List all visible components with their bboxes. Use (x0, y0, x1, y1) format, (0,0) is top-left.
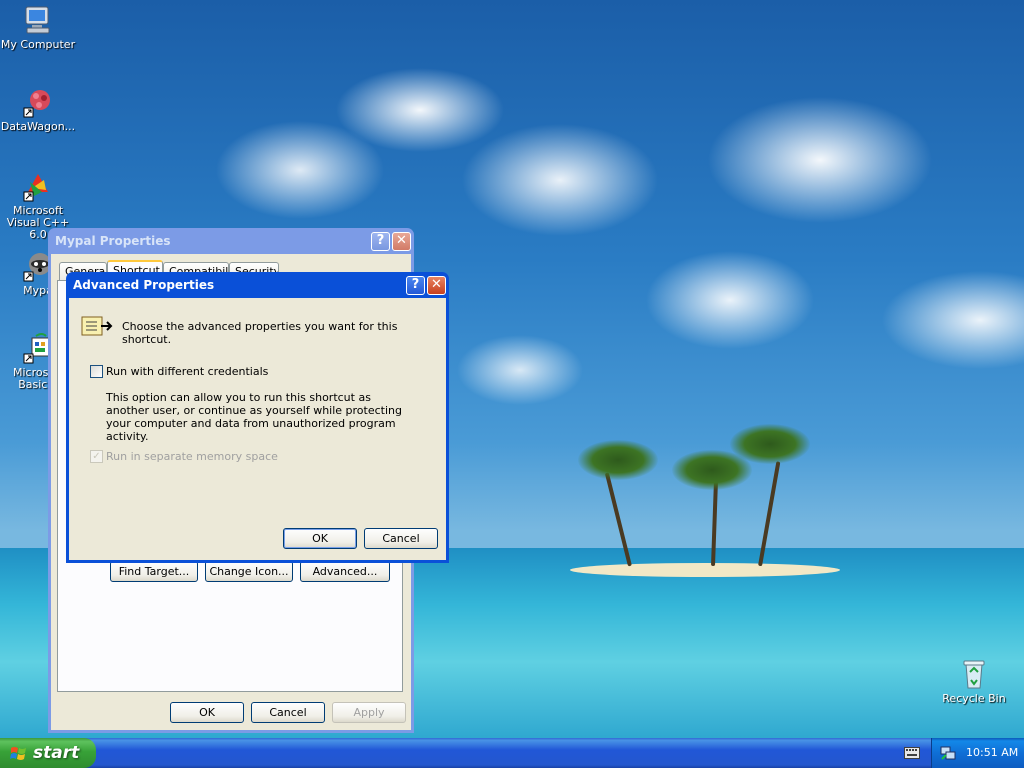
system-tray: 10:51 AM (931, 738, 1024, 768)
my-computer-icon (25, 6, 50, 34)
help-button[interactable]: ? (371, 231, 390, 251)
desktop-icon-my-computer[interactable]: My Computer (0, 4, 76, 51)
close-button[interactable]: ✕ (427, 275, 446, 295)
separate-memory-checkbox[interactable]: ✓ (90, 450, 103, 463)
recycle-bin-icon (963, 660, 985, 689)
desktop-icon-label: DataWagon... (0, 120, 76, 133)
network-icon[interactable] (940, 745, 956, 761)
apply-button[interactable]: Apply (332, 702, 406, 723)
advanced-properties-dialog: Advanced Properties ? ✕ Choose the advan… (66, 272, 449, 563)
help-button[interactable]: ? (406, 275, 425, 295)
cancel-button[interactable]: Cancel (364, 528, 438, 549)
start-button[interactable]: start (0, 738, 96, 768)
clock[interactable]: 10:51 AM (966, 746, 1018, 759)
desktop-icon-recycle-bin[interactable]: Recycle Bin (936, 658, 1012, 705)
visual-cpp-icon (23, 174, 48, 202)
credentials-description: This option can allow you to run this sh… (106, 391, 402, 443)
advanced-titlebar[interactable]: Advanced Properties ? ✕ (69, 272, 446, 298)
palm-crown (578, 440, 658, 480)
advanced-heading: Choose the advanced properties you want … (122, 320, 398, 346)
taskbar: start 10:51 AM (0, 738, 1024, 768)
properties-titlebar[interactable]: Mypal Properties ? ✕ (51, 228, 411, 254)
shortcut-properties-icon (81, 316, 113, 336)
separate-memory-label[interactable]: Run in separate memory space (106, 450, 278, 463)
run-credentials-label[interactable]: Run with different credentials (106, 365, 268, 378)
desktop-icon-datawagon[interactable]: DataWagon... (0, 86, 76, 133)
desktop-icon-label: My Computer (0, 38, 76, 51)
datawagon-icon (23, 90, 50, 118)
advanced-title: Advanced Properties (73, 278, 215, 292)
windows-flag-icon (10, 747, 26, 760)
properties-title: Mypal Properties (55, 234, 171, 248)
advanced-client: Choose the advanced properties you want … (69, 298, 446, 560)
keyboard-icon[interactable] (904, 747, 920, 759)
ok-button[interactable]: OK (170, 702, 244, 723)
desktop-icon-label: Recycle Bin (942, 692, 1006, 705)
close-button[interactable]: ✕ (392, 231, 411, 251)
island-background (570, 563, 840, 577)
change-icon-button[interactable]: Change Icon... (205, 561, 293, 582)
cancel-button[interactable]: Cancel (251, 702, 325, 723)
start-label: start (33, 743, 80, 763)
advanced-button[interactable]: Advanced... (300, 561, 390, 582)
find-target-button[interactable]: Find Target... (110, 561, 198, 582)
run-credentials-checkbox[interactable] (90, 365, 103, 378)
palm-crown (730, 424, 810, 464)
ok-button[interactable]: OK (283, 528, 357, 549)
